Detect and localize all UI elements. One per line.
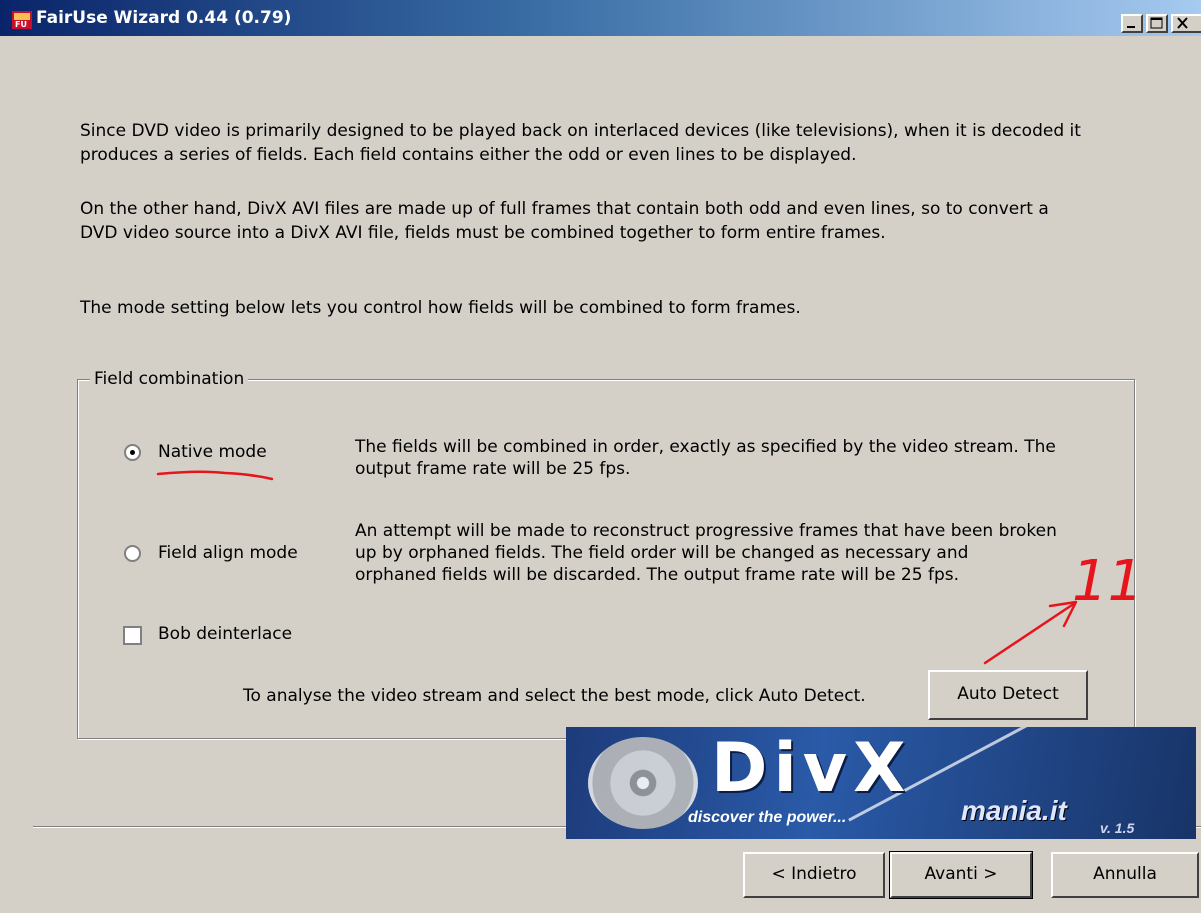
field-align-mode-description: An attempt will be made to reconstruct p… [355, 520, 1057, 586]
minimize-button[interactable] [1121, 14, 1143, 33]
title-bar: FU FairUse Wizard 0.44 (0.79) [0, 0, 1201, 36]
intro-text: produces a series of fields. Each field … [80, 145, 857, 165]
intro-paragraph-3: The mode setting below lets you control … [80, 298, 801, 318]
intro-text: DVD video source into a DivX AVI file, f… [80, 223, 886, 243]
divx-mania-banner: DivX discover the power... mania.it v. 1… [566, 727, 1196, 839]
field-combination-legend: Field combination [90, 369, 249, 389]
auto-detect-hint: To analyse the video stream and select t… [243, 686, 866, 706]
description-text: up by orphaned fields. The field order w… [355, 543, 969, 563]
close-icon [1177, 17, 1188, 29]
description-text: output frame rate will be 25 fps. [355, 459, 631, 479]
maximize-icon [1150, 17, 1163, 29]
cancel-button[interactable]: Annulla [1051, 852, 1199, 898]
description-text: An attempt will be made to reconstruct p… [355, 521, 1057, 541]
native-mode-radio[interactable] [124, 444, 141, 461]
bob-deinterlace-label[interactable]: Bob deinterlace [158, 624, 292, 644]
native-mode-label[interactable]: Native mode [158, 442, 267, 462]
intro-text: On the other hand, DivX AVI files are ma… [80, 199, 1049, 219]
native-mode-description: The fields will be combined in order, ex… [355, 436, 1056, 480]
dvd-disc-icon [588, 737, 698, 829]
auto-detect-button[interactable]: Auto Detect [928, 670, 1088, 720]
app-icon: FU [12, 11, 32, 29]
bob-deinterlace-checkbox[interactable] [123, 626, 142, 645]
back-button[interactable]: < Indietro [743, 852, 885, 898]
intro-paragraph-1: Since DVD video is primarily designed to… [80, 119, 1081, 167]
field-align-mode-label[interactable]: Field align mode [158, 543, 298, 563]
intro-text: Since DVD video is primarily designed to… [80, 121, 1081, 141]
close-button[interactable] [1171, 14, 1201, 33]
next-button[interactable]: Avanti > [889, 851, 1033, 899]
minimize-icon [1127, 26, 1135, 28]
banner-site: mania.it [961, 795, 1067, 826]
banner-logo-text: DivX [711, 729, 912, 808]
description-text: orphaned fields will be discarded. The o… [355, 565, 959, 585]
maximize-button[interactable] [1146, 14, 1168, 33]
banner-version: v. 1.5 [1100, 820, 1135, 836]
window-title: FairUse Wizard 0.44 (0.79) [36, 8, 292, 28]
svg-text:FU: FU [15, 20, 27, 29]
intro-paragraph-2: On the other hand, DivX AVI files are ma… [80, 197, 1049, 245]
banner-tagline: discover the power... [688, 809, 847, 826]
field-align-mode-radio[interactable] [124, 545, 141, 562]
description-text: The fields will be combined in order, ex… [355, 437, 1056, 457]
